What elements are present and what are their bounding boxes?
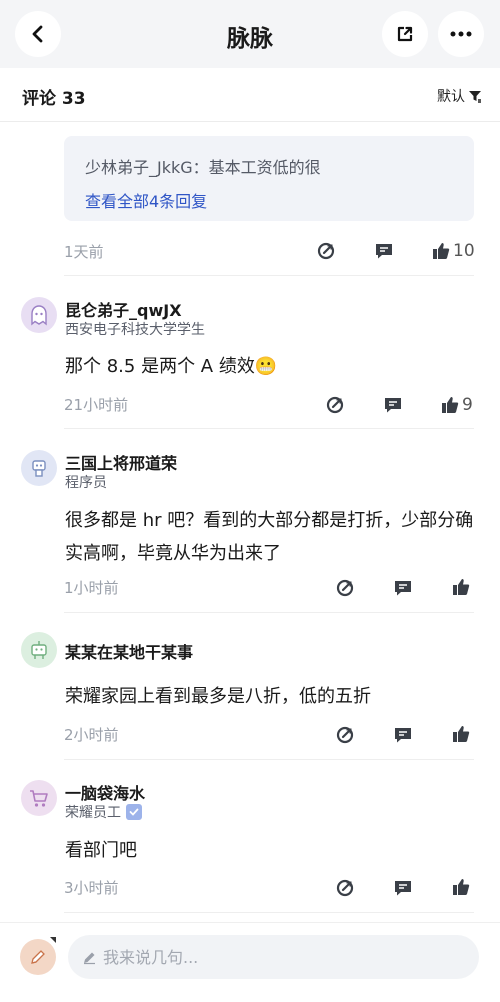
thumbs-up-icon xyxy=(433,243,450,259)
more-dots-icon xyxy=(450,31,472,37)
repost-icon xyxy=(317,242,335,260)
comment-divider xyxy=(64,275,474,276)
thumbs-up-icon xyxy=(453,579,470,595)
comment-bubble-icon xyxy=(395,581,411,596)
user-avatar[interactable] xyxy=(21,780,57,816)
reply-preview-box[interactable]: 少林弟子_JkkG：基本工资低的很 查看全部4条回复 xyxy=(64,136,474,221)
like-button[interactable] xyxy=(452,578,473,596)
comment-text: 荣耀家园上看到最多是八折，低的五折 xyxy=(65,686,371,707)
reply-button[interactable] xyxy=(394,579,412,597)
reply-button[interactable] xyxy=(394,726,412,744)
more-options-button[interactable] xyxy=(438,11,484,57)
comment-composer-bar xyxy=(0,922,500,1002)
comment-divider xyxy=(64,428,474,429)
comment-divider xyxy=(64,612,474,613)
repost-button[interactable] xyxy=(317,242,335,260)
user-avatar[interactable] xyxy=(21,297,57,333)
repost-icon xyxy=(336,579,354,597)
repost-button[interactable] xyxy=(336,579,354,597)
comment-bubble-icon xyxy=(376,244,392,259)
comment-username[interactable]: 三国上将邢道荣 xyxy=(65,450,177,474)
repost-button[interactable] xyxy=(336,879,354,897)
comment-text: 那个 8.5 是两个 A 绩效😬 xyxy=(65,350,485,383)
like-button[interactable]: 10 xyxy=(432,241,475,261)
like-count: 9 xyxy=(462,395,473,415)
reply-button[interactable] xyxy=(394,879,412,897)
like-button[interactable] xyxy=(452,878,473,896)
thumbs-up-icon xyxy=(453,879,470,895)
comment-text: 看部门吧 xyxy=(65,840,137,861)
grimace-emoji: 😬 xyxy=(254,356,278,377)
my-avatar[interactable] xyxy=(20,939,56,975)
repost-icon xyxy=(336,879,354,897)
comment-username[interactable]: 某某在某地干某事 xyxy=(65,639,193,663)
reply-preview-text: 少林弟子_JkkG：基本工资低的很 xyxy=(85,158,321,177)
comment-time: 2小时前 xyxy=(64,726,119,744)
like-button[interactable] xyxy=(452,725,473,743)
share-button[interactable] xyxy=(382,11,428,57)
comment-time: 3小时前 xyxy=(64,879,119,897)
repost-icon xyxy=(326,396,344,414)
sort-dropdown[interactable]: 默认 xyxy=(437,86,482,106)
comment-bubble-icon xyxy=(395,728,411,743)
robot-avatar-icon xyxy=(32,460,46,477)
ghost-avatar-icon xyxy=(31,305,47,326)
comments-count-title: 评论 33 xyxy=(22,89,86,109)
comment-input-container[interactable] xyxy=(68,935,479,979)
user-subtitle-text: 荣耀员工 xyxy=(65,805,121,821)
sort-filter-icon xyxy=(469,91,481,103)
top-navigation-bar: 脉脉 xyxy=(0,0,500,68)
comment-input[interactable] xyxy=(103,947,463,967)
repost-icon xyxy=(336,726,354,744)
view-all-replies-link[interactable]: 查看全部4条回复 xyxy=(85,188,474,212)
comment-divider xyxy=(64,759,474,760)
comment-time: 1天前 xyxy=(64,243,104,261)
robot-avatar-icon xyxy=(31,641,47,659)
comment-time: 21小时前 xyxy=(64,396,129,414)
comment-username[interactable]: 昆仑弟子_qwJX xyxy=(65,297,182,321)
avatar-corner-marker xyxy=(50,937,56,943)
comment-username[interactable]: 一脑袋海水 xyxy=(65,780,145,804)
thumbs-up-icon xyxy=(442,397,459,413)
comment-bubble-icon xyxy=(395,881,411,896)
comment-bubble-icon xyxy=(385,398,401,413)
user-subtitle: 西安电子科技大学学生 xyxy=(65,319,205,339)
cart-avatar-icon xyxy=(30,790,48,807)
user-subtitle-text: 西安电子科技大学学生 xyxy=(65,322,205,338)
sort-label: 默认 xyxy=(437,89,465,105)
verified-badge-icon xyxy=(126,804,142,820)
user-avatar[interactable] xyxy=(21,450,57,486)
pencil-avatar-icon xyxy=(31,950,45,964)
comment-text: 很多都是 hr 吧？看到的大部分都是打折，少部分确实高啊，毕竟从华为出来了 xyxy=(65,510,474,564)
user-subtitle: 程序员 xyxy=(65,472,107,492)
user-avatar[interactable] xyxy=(21,632,57,668)
comment-time: 1小时前 xyxy=(64,579,119,597)
pen-icon xyxy=(84,952,95,964)
user-subtitle-text: 程序员 xyxy=(65,475,107,491)
reply-button[interactable] xyxy=(375,242,393,260)
repost-button[interactable] xyxy=(326,396,344,414)
user-subtitle: 荣耀员工 xyxy=(65,802,142,822)
share-icon xyxy=(397,26,413,42)
like-count: 10 xyxy=(453,241,475,261)
reply-button[interactable] xyxy=(384,396,402,414)
comment-text-content: 那个 8.5 是两个 A 绩效 xyxy=(65,356,255,377)
like-button[interactable]: 9 xyxy=(441,395,473,415)
comments-header: 评论 33 默认 xyxy=(0,68,500,122)
comment-divider xyxy=(64,912,474,913)
thumbs-up-icon xyxy=(453,726,470,742)
repost-button[interactable] xyxy=(336,726,354,744)
